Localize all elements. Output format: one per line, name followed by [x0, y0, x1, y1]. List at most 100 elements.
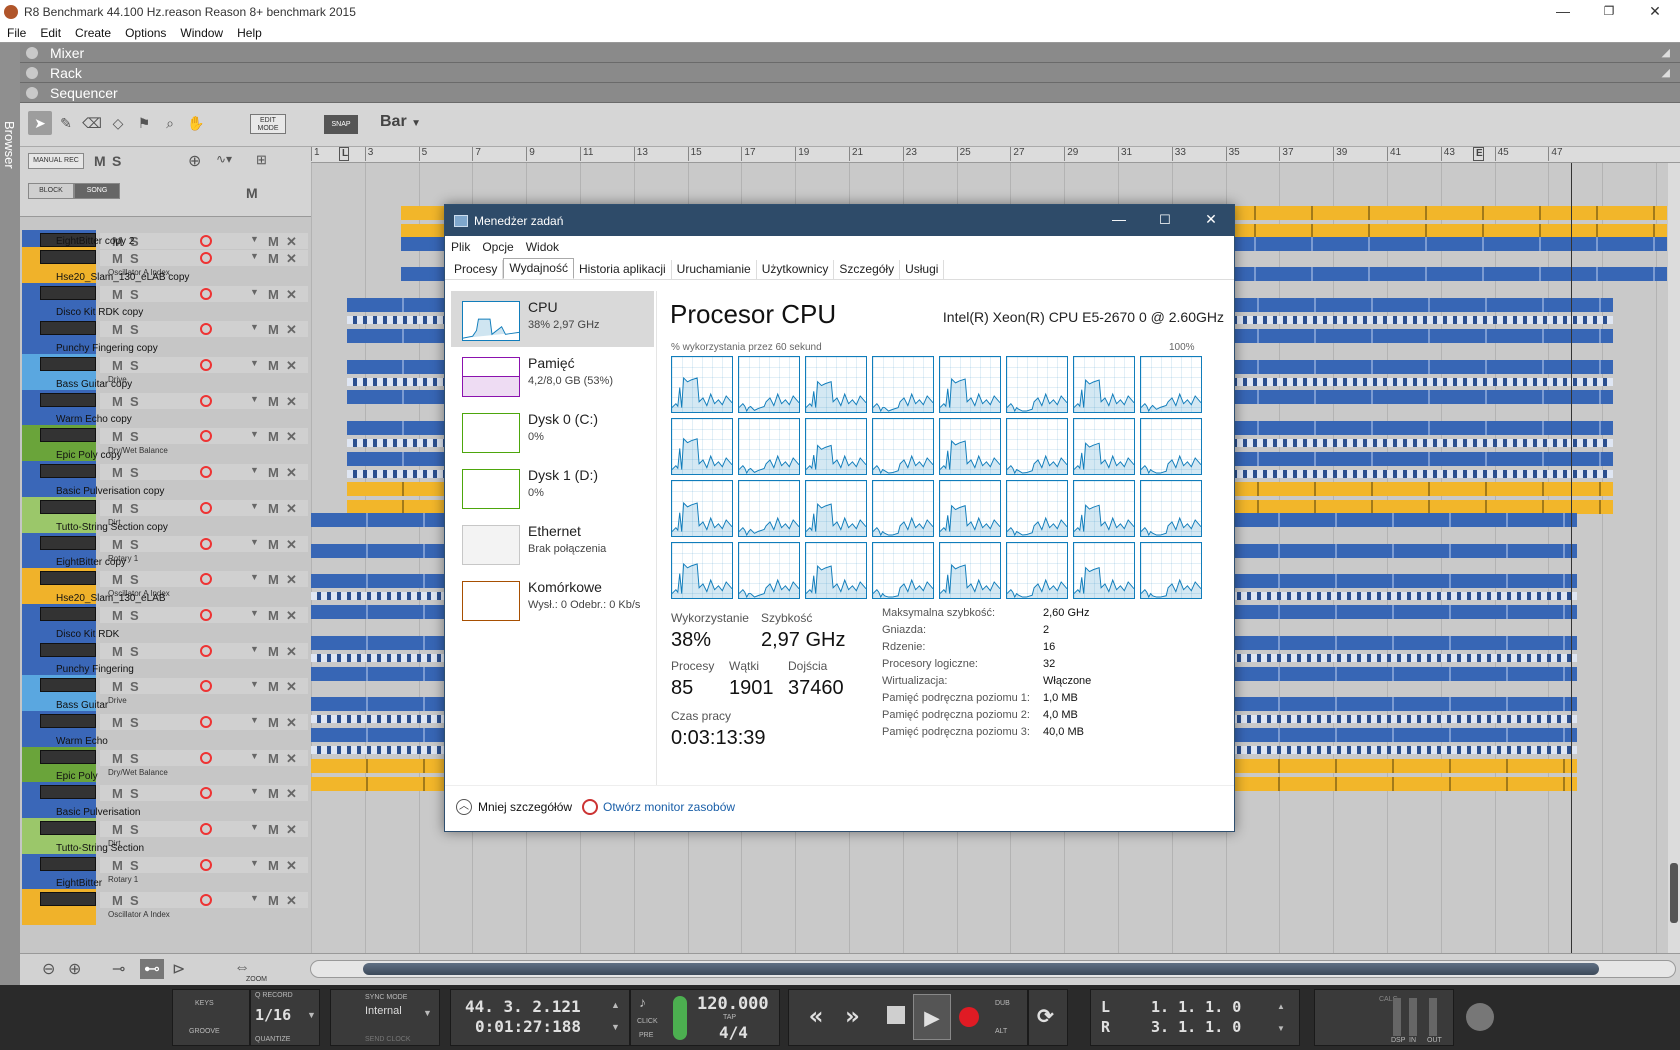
- sequencer-fold-icon[interactable]: [26, 87, 38, 99]
- menu-help[interactable]: Help: [230, 24, 269, 42]
- delete-lane-icon[interactable]: ✕: [286, 394, 297, 410]
- chevron-down-icon[interactable]: ▼: [250, 751, 259, 761]
- track-solo-button[interactable]: S: [130, 893, 139, 908]
- delete-lane-icon[interactable]: ✕: [286, 822, 297, 838]
- fast-forward-icon[interactable]: »: [845, 1002, 859, 1030]
- record-enable-icon[interactable]: [200, 608, 212, 621]
- menu-create[interactable]: Create: [68, 24, 118, 42]
- record-enable-icon[interactable]: [200, 501, 212, 514]
- track-header[interactable]: Warm Echo M S ▼ M ✕ Dry/Wet Balance: [20, 734, 311, 783]
- chevron-down-icon[interactable]: ▼: [250, 465, 259, 475]
- track-solo-button[interactable]: S: [130, 394, 139, 409]
- track-solo-button[interactable]: S: [130, 251, 139, 266]
- horizontal-scroll-thumb[interactable]: [363, 963, 1599, 975]
- tm-menu-view[interactable]: Widok: [520, 240, 565, 254]
- lane-size-large-icon[interactable]: ⊳: [172, 959, 185, 979]
- tab-app-history[interactable]: Historia aplikacji: [574, 260, 672, 279]
- tempo-value[interactable]: 120.000: [697, 994, 769, 1014]
- time-signature[interactable]: 4/4: [719, 1023, 748, 1042]
- track-mute-button[interactable]: M: [112, 858, 123, 873]
- fewer-details-link[interactable]: Mniej szczegółów: [478, 800, 572, 814]
- mixer-panel-bar[interactable]: Mixer ◢: [20, 43, 1680, 63]
- chevron-down-icon[interactable]: ▼: [250, 287, 259, 297]
- resource-item[interactable]: Komórkowe Wysł.: 0 Odebr.: 0 Kb/s: [451, 571, 654, 627]
- chevron-down-icon[interactable]: ▼: [250, 715, 259, 725]
- resource-item[interactable]: CPU 38% 2,97 GHz: [451, 291, 654, 347]
- track-mute-button[interactable]: M: [112, 751, 123, 766]
- lane-mute-button[interactable]: M: [268, 608, 279, 623]
- track-name[interactable]: Tutto-String Section: [56, 843, 144, 854]
- sequencer-panel-bar[interactable]: Sequencer: [20, 83, 1680, 103]
- track-header[interactable]: EightBitter M S ▼ M ✕ Oscillator A Index: [20, 876, 311, 926]
- track-solo-button[interactable]: S: [130, 715, 139, 730]
- delete-lane-icon[interactable]: ✕: [286, 715, 297, 731]
- lane-mute-button[interactable]: M: [268, 429, 279, 444]
- track-name[interactable]: Warm Echo copy: [56, 414, 132, 425]
- spin-up-icon[interactable]: ▲: [611, 1000, 620, 1010]
- loop-left-position[interactable]: 1. 1. 1. 0: [1151, 998, 1241, 1016]
- record-enable-icon[interactable]: [200, 751, 212, 764]
- tab-details[interactable]: Szczegóły: [834, 260, 901, 279]
- tab-performance[interactable]: Wydajność: [503, 258, 574, 279]
- quantize-value[interactable]: 1/16: [255, 1006, 291, 1024]
- loop-toggle-icon[interactable]: ⟳: [1037, 1004, 1054, 1028]
- record-enable-icon[interactable]: [200, 715, 212, 728]
- delete-lane-icon[interactable]: ✕: [286, 429, 297, 445]
- spin-up-icon[interactable]: ▲: [1277, 1002, 1285, 1011]
- track-header[interactable]: Tutto-String Section copy M S ▼ M ✕ Rotary 1: [20, 520, 311, 569]
- play-icon[interactable]: ▶: [913, 994, 951, 1040]
- chevron-down-icon[interactable]: ▼: [250, 893, 259, 903]
- menu-window[interactable]: Window: [173, 24, 230, 42]
- record-enable-icon[interactable]: [200, 894, 212, 907]
- track-solo-button[interactable]: S: [130, 322, 139, 337]
- tm-menu-options[interactable]: Opcje: [476, 240, 519, 254]
- track-name[interactable]: EightBitter copy 2: [56, 236, 134, 247]
- record-enable-icon[interactable]: [200, 430, 212, 443]
- track-name[interactable]: EightBitter copy: [56, 557, 126, 568]
- delete-lane-icon[interactable]: ✕: [286, 679, 297, 695]
- track-mute-button[interactable]: M: [112, 608, 123, 623]
- tm-close-button[interactable]: ✕: [1188, 205, 1234, 236]
- loop-right-position[interactable]: 3. 1. 1. 0: [1151, 1018, 1241, 1036]
- lane-mute-button[interactable]: M: [268, 679, 279, 694]
- delete-lane-icon[interactable]: ✕: [286, 644, 297, 660]
- restore-button[interactable]: ❐: [1586, 0, 1632, 24]
- edit-mode-button[interactable]: EDIT MODE: [250, 114, 286, 134]
- chevron-down-icon[interactable]: ▼: [250, 644, 259, 654]
- menu-edit[interactable]: Edit: [33, 24, 68, 42]
- chevron-down-icon[interactable]: ▼: [250, 679, 259, 689]
- snap-value-select[interactable]: Bar ▼: [380, 113, 421, 131]
- lane-size-medium-icon[interactable]: ⊷: [140, 959, 164, 979]
- position-time[interactable]: 0:01:27:188: [475, 1017, 581, 1036]
- chevron-down-icon[interactable]: ▼: [250, 786, 259, 796]
- track-solo-button[interactable]: S: [130, 501, 139, 516]
- track-header[interactable]: Epic Poly M S ▼ M ✕: [20, 769, 311, 819]
- logical-processor-graphs[interactable]: [671, 356, 1202, 599]
- track-solo-button[interactable]: S: [130, 572, 139, 587]
- bar-ruler[interactable]: 1 3 5 7 9 11 13 15 17 19 21 23 25 27 29 31 33 35 37 39 41 43 4…: [311, 147, 1680, 163]
- lane-mute-button[interactable]: M: [268, 501, 279, 516]
- track-mute-button[interactable]: M: [112, 429, 123, 444]
- vertical-scroll-thumb[interactable]: [1670, 863, 1678, 923]
- lane-mute-button[interactable]: M: [268, 572, 279, 587]
- track-mute-button[interactable]: M: [112, 465, 123, 480]
- q-record-label[interactable]: Q RECORD: [255, 992, 293, 999]
- delete-lane-icon[interactable]: ✕: [286, 608, 297, 624]
- song-position-marker[interactable]: [1571, 163, 1572, 953]
- track-header[interactable]: EightBitter copy M S ▼ M ✕ Oscillator A Index: [20, 555, 311, 605]
- track-header[interactable]: EightBitter copy 2 M S ▼ M ✕ Oscillator A Inde…: [20, 234, 311, 283]
- solo-all-button[interactable]: S: [112, 153, 121, 169]
- track-name[interactable]: Warm Echo: [56, 736, 108, 747]
- master-mute-button[interactable]: M: [246, 185, 258, 201]
- lane-mute-button[interactable]: M: [268, 251, 279, 266]
- record-enable-icon[interactable]: [200, 287, 212, 300]
- resource-item[interactable]: Pamięć 4,2/8,0 GB (53%): [451, 347, 654, 403]
- block-button[interactable]: BLOCK: [28, 183, 74, 199]
- tm-maximize-button[interactable]: ☐: [1142, 205, 1188, 236]
- manual-rec-button[interactable]: MANUAL REC: [28, 153, 84, 169]
- track-name[interactable]: EightBitter: [56, 878, 102, 889]
- chevron-down-icon[interactable]: ▼: [250, 429, 259, 439]
- track-mute-button[interactable]: M: [112, 322, 123, 337]
- menu-options[interactable]: Options: [118, 24, 173, 42]
- record-enable-icon[interactable]: [200, 323, 212, 336]
